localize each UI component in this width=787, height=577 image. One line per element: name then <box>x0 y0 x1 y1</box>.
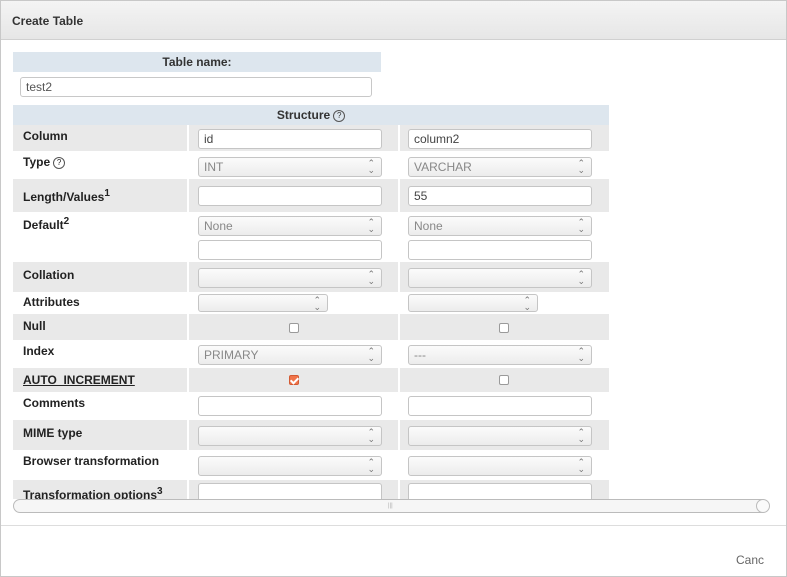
row-collation: Collation ⌃ ⌄ ⌃ ⌄ <box>13 262 609 292</box>
null-checkbox-1[interactable] <box>289 323 299 333</box>
cancel-button[interactable]: Canc <box>736 553 764 567</box>
select-arrows-icon: ⌃ ⌄ <box>367 457 375 474</box>
select-arrows-icon: ⌃ ⌄ <box>577 427 585 444</box>
row-label-default: Default2 <box>23 216 69 232</box>
mime-type-select-1[interactable]: ⌃ ⌄ <box>198 426 382 446</box>
row-auto-increment: AUTO_INCREMENT <box>13 368 609 392</box>
structure-header-label: Structure <box>276 108 331 122</box>
row-transformation-options: Transformation options3 <box>13 480 609 499</box>
select-arrows-icon: ⌃ ⌄ <box>367 427 375 444</box>
transformation-options-label-text: Transformation options <box>23 488 158 499</box>
default-select-value-1: None <box>204 219 233 233</box>
column-name-input-2[interactable] <box>408 129 592 149</box>
type-select-1[interactable]: INT ⌃ ⌄ <box>198 157 382 177</box>
row-label-transformation-options: Transformation options3 <box>23 486 163 499</box>
row-label-mime-type: MIME type <box>23 426 83 440</box>
footer-divider <box>1 525 786 526</box>
row-index: Index PRIMARY ⌃ ⌄ --- ⌃ ⌄ <box>13 340 609 368</box>
length-input-2[interactable] <box>408 186 592 206</box>
row-label-length: Length/Values1 <box>23 188 110 204</box>
row-label-null: Null <box>23 319 46 333</box>
select-arrows-icon: ⌃ ⌄ <box>367 158 375 175</box>
horizontal-scrollbar[interactable]: ||| <box>13 499 770 513</box>
auto-increment-link[interactable]: AUTO_INCREMENT <box>23 373 135 387</box>
column-name-input-1[interactable] <box>198 129 382 149</box>
index-select-1[interactable]: PRIMARY ⌃ ⌄ <box>198 345 382 365</box>
select-arrows-icon: ⌃ ⌄ <box>577 269 585 286</box>
length-label-text: Length/Values <box>23 190 105 204</box>
index-select-2[interactable]: --- ⌃ ⌄ <box>408 345 592 365</box>
select-arrows-icon: ⌃ ⌄ <box>577 158 585 175</box>
row-label-collation: Collation <box>23 268 75 282</box>
index-select-value-2: --- <box>414 348 426 362</box>
collation-select-2[interactable]: ⌃ ⌄ <box>408 268 592 288</box>
row-default: Default2 None ⌃ ⌄ None ⌃ ⌄ <box>13 212 609 262</box>
index-select-value-1: PRIMARY <box>204 348 259 362</box>
structure-header: Structure? <box>13 105 609 125</box>
select-arrows-icon: ⌃ ⌄ <box>367 217 375 234</box>
default-label-text: Default <box>23 218 64 232</box>
select-arrows-icon: ⌃ ⌄ <box>313 295 321 312</box>
table-name-input[interactable] <box>20 77 372 97</box>
row-mime-type: MIME type ⌃ ⌄ ⌃ ⌄ <box>13 420 609 450</box>
type-help-icon[interactable]: ? <box>53 156 66 169</box>
auto-increment-checkbox-1[interactable] <box>289 375 299 385</box>
default-select-2[interactable]: None ⌃ ⌄ <box>408 216 592 236</box>
type-select-value-1: INT <box>204 160 224 174</box>
row-label-attributes: Attributes <box>23 295 80 309</box>
row-label-comments: Comments <box>23 396 86 410</box>
comments-input-2[interactable] <box>408 396 592 416</box>
browser-transformation-select-1[interactable]: ⌃ ⌄ <box>198 456 382 476</box>
dialog-titlebar: Create Table <box>1 1 786 40</box>
dialog-title: Create Table <box>12 14 84 28</box>
type-select-2[interactable]: VARCHAR ⌃ ⌄ <box>408 157 592 177</box>
attributes-select-1[interactable]: ⌃ ⌄ <box>198 294 328 312</box>
row-comments: Comments <box>13 392 609 420</box>
select-arrows-icon: ⌃ ⌄ <box>523 295 531 312</box>
row-label-browser-transformation: Browser transformation <box>23 454 160 468</box>
auto-increment-checkbox-2[interactable] <box>499 375 509 385</box>
row-column: Column <box>13 125 609 151</box>
comments-input-1[interactable] <box>198 396 382 416</box>
collation-select-1[interactable]: ⌃ ⌄ <box>198 268 382 288</box>
row-type: Type? INT ⌃ ⌄ VARCHAR ⌃ ⌄ <box>13 151 609 179</box>
row-length: Length/Values1 <box>13 179 609 212</box>
table-name-header: Table name: <box>13 52 381 72</box>
select-arrows-icon: ⌃ ⌄ <box>367 269 375 286</box>
scrollbar-end[interactable] <box>756 499 770 513</box>
length-input-1[interactable] <box>198 186 382 206</box>
null-checkbox-2[interactable] <box>499 323 509 333</box>
default-value-input-1[interactable] <box>198 240 382 260</box>
attributes-select-2[interactable]: ⌃ ⌄ <box>408 294 538 312</box>
length-footnote: 1 <box>104 188 110 199</box>
row-label-type: Type? <box>23 155 66 169</box>
row-null: Null <box>13 314 609 340</box>
create-table-dialog: Create Table Table name: Structure? Colu… <box>0 0 787 577</box>
row-label-column: Column <box>23 129 68 143</box>
scrollbar-grip-icon: ||| <box>388 503 393 509</box>
select-arrows-icon: ⌃ ⌄ <box>367 346 375 363</box>
transformation-options-input-1[interactable] <box>198 483 382 499</box>
select-arrows-icon: ⌃ ⌄ <box>577 346 585 363</box>
default-select-value-2: None <box>414 219 443 233</box>
transformation-options-input-2[interactable] <box>408 483 592 499</box>
row-attributes: Attributes ⌃ ⌄ ⌃ ⌄ <box>13 292 609 314</box>
mime-type-select-2[interactable]: ⌃ ⌄ <box>408 426 592 446</box>
select-arrows-icon: ⌃ ⌄ <box>577 457 585 474</box>
default-footnote: 2 <box>63 216 70 227</box>
help-icon[interactable]: ? <box>333 109 346 122</box>
type-select-value-2: VARCHAR <box>414 160 472 174</box>
type-label-text: Type <box>23 155 51 169</box>
row-label-index: Index <box>23 344 55 358</box>
default-value-input-2[interactable] <box>408 240 592 260</box>
row-browser-transformation: Browser transformation ⌃ ⌄ ⌃ ⌄ <box>13 450 609 480</box>
default-select-1[interactable]: None ⌃ ⌄ <box>198 216 382 236</box>
transformation-options-footnote: 3 <box>157 486 163 497</box>
browser-transformation-select-2[interactable]: ⌃ ⌄ <box>408 456 592 476</box>
select-arrows-icon: ⌃ ⌄ <box>577 217 585 234</box>
